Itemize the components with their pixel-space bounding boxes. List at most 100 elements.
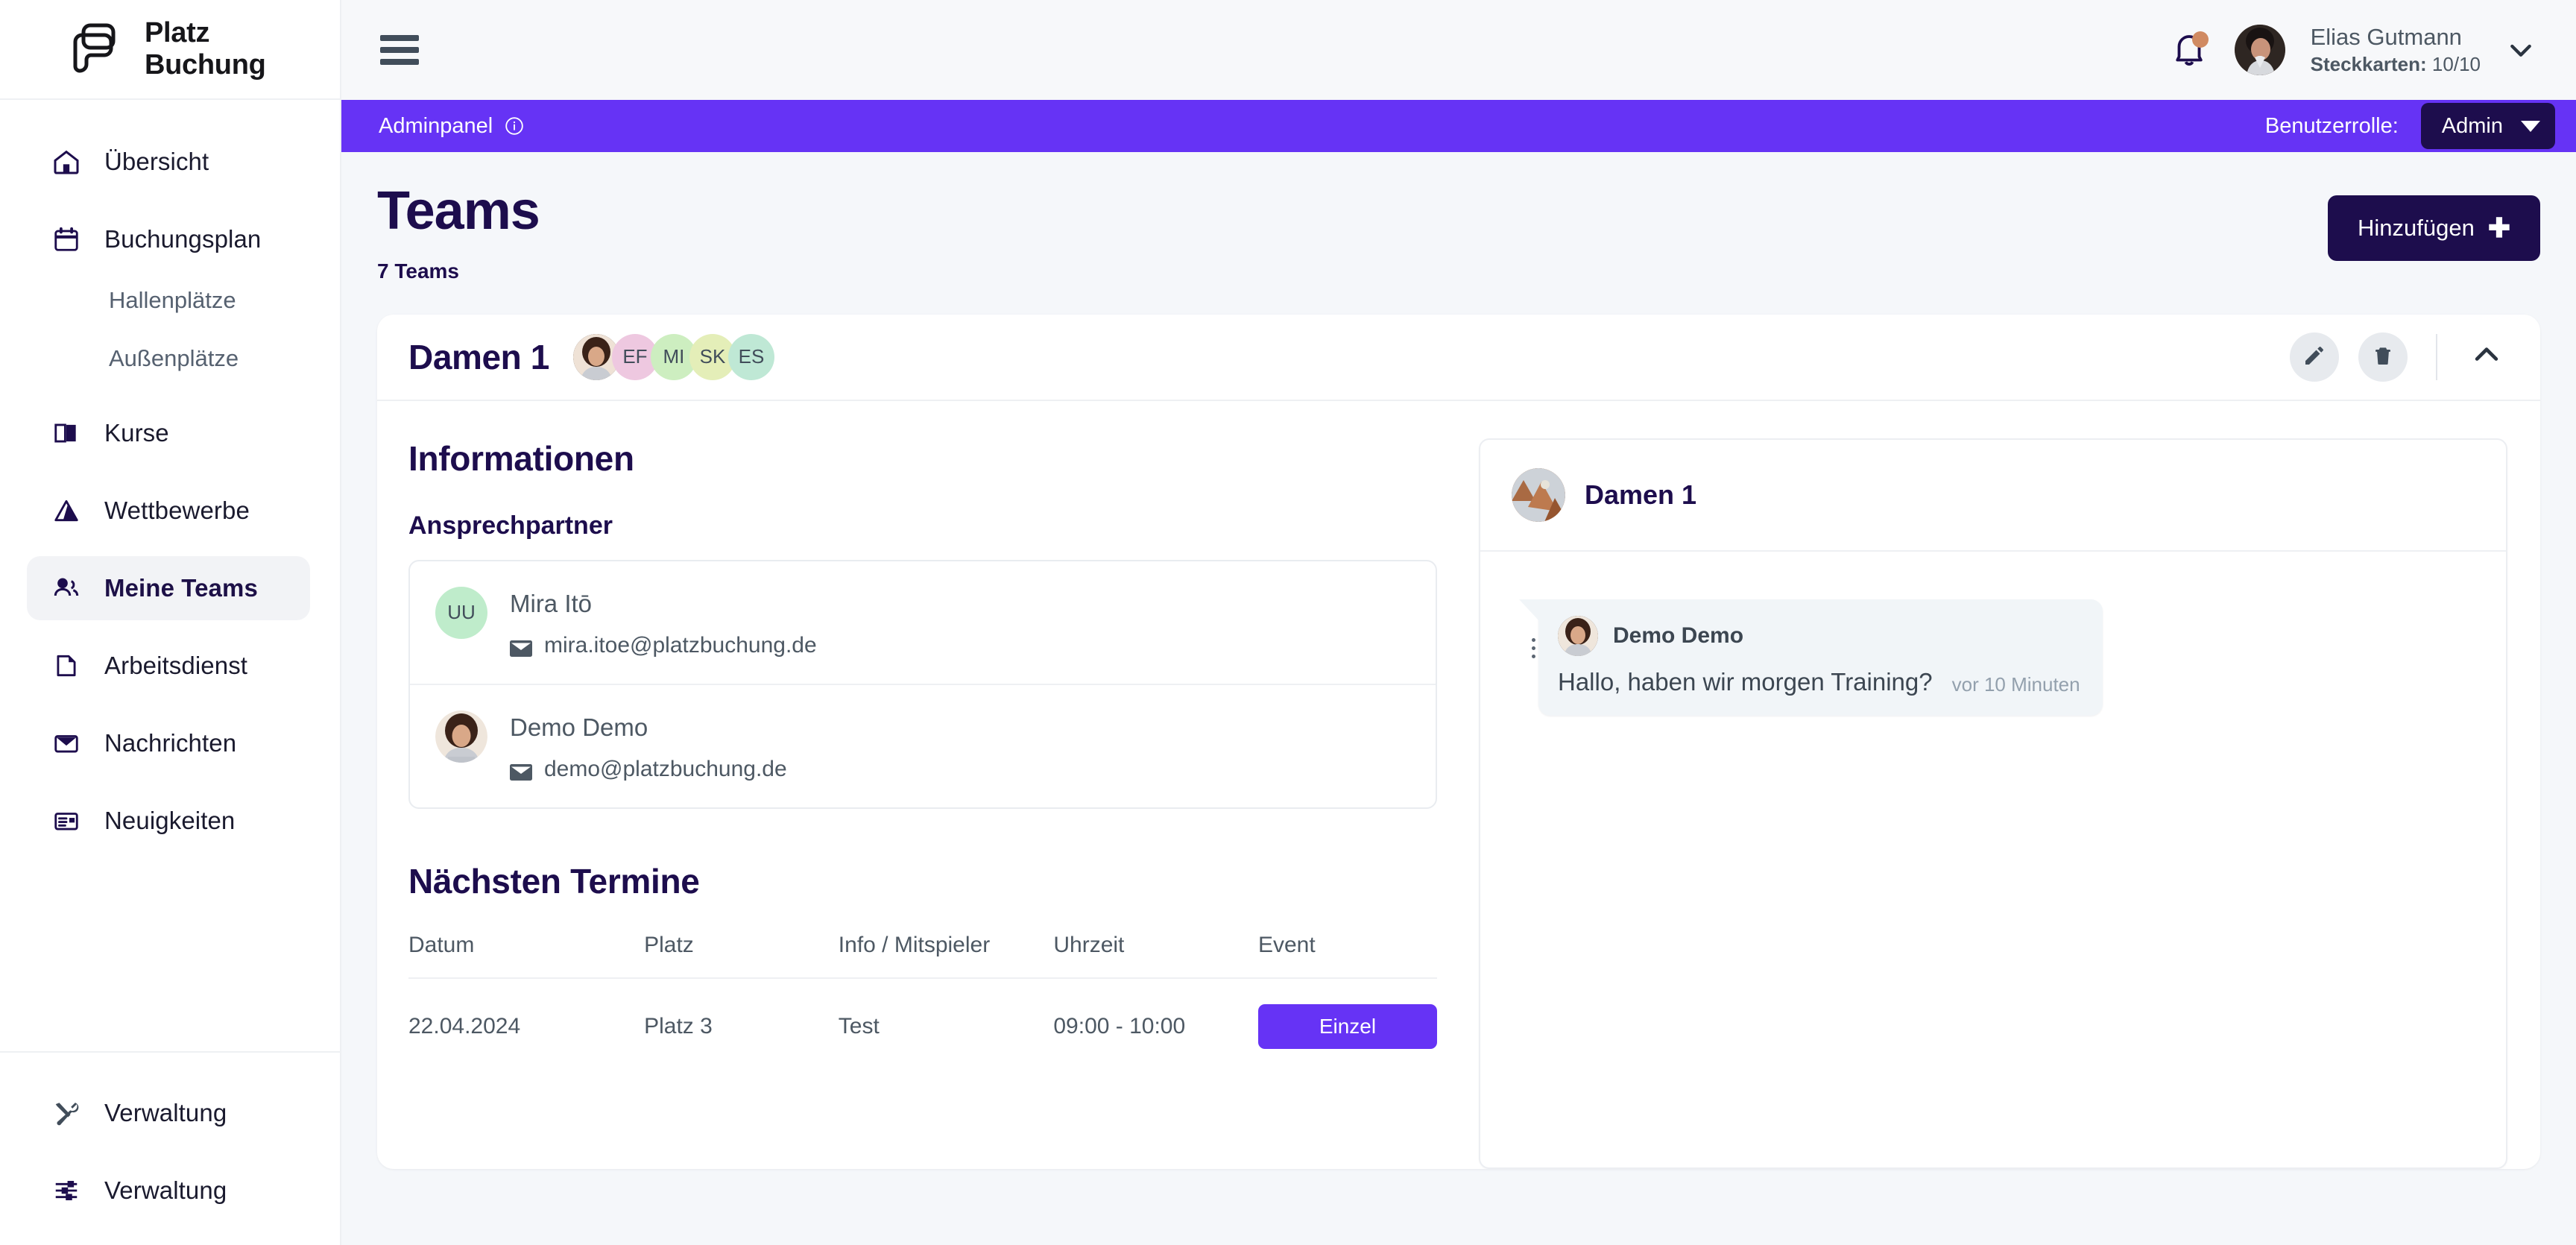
list-item[interactable]: UU Mira Itō mira.itoe@platzbuchung.de [410,561,1436,684]
column-header-info: Info / Mitspieler [838,932,991,957]
adminpanel-bar: Adminpanel Benutzerrolle: Admin [341,100,2576,152]
steckkarten-label: Steckkarten: [2310,53,2427,76]
news-icon [49,804,83,838]
sidebar-subitem-label: Außenplätze [109,345,239,371]
sidebar-item-label: Meine Teams [104,574,258,602]
sidebar-item-verwaltung-tools[interactable]: Verwaltung [27,1081,310,1145]
content-area: Teams 7 Teams Hinzufügen ✚ Damen 1 EF MI… [341,152,2576,1245]
sidebar-item-aussenplaetze[interactable]: Außenplätze [0,330,340,388]
sidebar-nav: Übersicht Buchungsplan Hallenplätze Auße… [0,100,340,1026]
column-header-platz: Platz [644,932,694,957]
table-header-row: Datum Platz Info / Mitspieler Uhrzeit Ev… [408,913,1437,978]
collapse-team-button[interactable] [2466,336,2507,378]
delete-team-button[interactable] [2358,332,2408,382]
table-row[interactable]: 22.04.2024 Platz 3 Test 09:00 - 10:00 Ei… [408,977,1437,1074]
member-avatar-es[interactable]: ES [727,333,774,380]
sidebar-item-verwaltung-settings[interactable]: Verwaltung [27,1159,310,1223]
hamburger-icon[interactable] [380,35,419,65]
chevron-up-icon [2470,338,2503,375]
chevron-down-icon[interactable] [2506,35,2536,65]
sidebar-item-nachrichten[interactable]: Nachrichten [27,711,310,775]
tools-icon [49,1096,83,1130]
user-name: Elias Gutmann [2310,24,2462,51]
sliders-icon [49,1173,83,1208]
benutzerrolle-select[interactable]: Admin [2420,103,2555,149]
sidebar: Platz Buchung Übersicht Buchungsplan Hal… [0,0,341,1245]
member-initials: EF [622,345,648,368]
avatar[interactable] [2234,25,2285,75]
contact-info: Mira Itō mira.itoe@platzbuchung.de [510,587,817,658]
contact-email: demo@platzbuchung.de [544,756,787,781]
calendar-icon [49,222,83,256]
notification-dot [2191,31,2209,48]
contacts-list: UU Mira Itō mira.itoe@platzbuchung.de De… [408,559,1437,809]
sidebar-item-label: Wettbewerbe [104,497,250,524]
sidebar-item-label: Verwaltung [104,1176,227,1204]
user-steckkarten: Steckkarten: 10/10 [2311,52,2481,77]
book-icon [49,416,83,450]
caret-down-icon [2521,120,2540,132]
message-body: Hallo, haben wir morgen Training? vor 10… [1558,668,2080,696]
envelope-icon [510,637,532,657]
team-chat-column: Damen 1 Demo Demo Hallo, haben wir morge… [1479,438,2507,1169]
sidebar-item-meine-teams[interactable]: Meine Teams [27,556,310,620]
sidebar-subitem-label: Hallenplätze [109,287,236,313]
chat-avatar [1512,467,1565,522]
sidebar-item-hallenplaetze[interactable]: Hallenplätze [0,271,340,330]
pencil-icon [2302,344,2326,370]
trash-icon [2371,344,2395,370]
sidebar-item-neuigkeiten[interactable]: Neuigkeiten [27,789,310,853]
page-header: Teams 7 Teams Hinzufügen ✚ [377,152,2540,283]
home-icon [49,145,83,179]
list-item[interactable]: Demo Demo demo@platzbuchung.de [410,683,1436,807]
app-root: Platz Buchung Übersicht Buchungsplan Hal… [0,0,2576,1245]
sidebar-bottom-nav: Verwaltung Verwaltung [0,1053,340,1245]
bell-icon[interactable] [2169,30,2209,70]
member-initials: SK [699,345,726,368]
adminpanel-title: Adminpanel [379,113,493,138]
member-initials: MI [663,345,685,368]
envelope-icon [510,761,532,781]
chat-panel: Damen 1 Demo Demo Hallo, haben wir morge… [1479,438,2507,1169]
contact-avatar-photo [435,710,487,763]
topbar-right: Elias Gutmann Steckkarten: 10/10 [2169,23,2536,76]
cell-datum: 22.04.2024 [408,977,645,1074]
sidebar-item-kurse[interactable]: Kurse [27,401,310,465]
benutzerrolle-label: Benutzerrolle: [2264,113,2399,138]
sidebar-item-arbeitsdienst[interactable]: Arbeitsdienst [27,634,310,698]
file-icon [49,649,83,683]
sidebar-item-label: Kurse [104,419,169,447]
sidebar-item-ubersicht[interactable]: Übersicht [27,130,310,194]
add-team-button[interactable]: Hinzufügen ✚ [2327,195,2540,261]
brand-line-2: Buchung [145,49,266,81]
sidebar-item-buchungsplan[interactable]: Buchungsplan [27,207,310,271]
brand-logo[interactable]: Platz Buchung [0,0,340,100]
naechsten-termine-heading: Nächsten Termine [408,861,700,901]
team-card: Damen 1 EF MI SK ES Informationen Anspre… [377,314,2540,1169]
team-header-left: Damen 1 EF MI SK ES [408,333,774,380]
info-circle-icon[interactable] [505,116,524,136]
edit-team-button[interactable] [2290,332,2339,382]
sidebar-item-label: Buchungsplan [104,225,262,253]
team-card-header: Damen 1 EF MI SK ES [377,315,2540,401]
sidebar-item-wettbewerbe[interactable]: Wettbewerbe [27,479,310,543]
page-header-text: Teams 7 Teams [377,183,540,283]
contact-info: Demo Demo demo@platzbuchung.de [510,710,787,782]
contact-name: Mira Itō [510,589,593,617]
message-author-avatar [1558,615,1598,656]
platz-buchung-logo-icon [69,22,125,76]
main-area: Elias Gutmann Steckkarten: 10/10 Adminpa… [341,0,2576,1245]
plus-icon: ✚ [2487,212,2510,243]
member-initials: ES [738,345,765,368]
trophy-icon [49,494,83,528]
sidebar-item-label: Arbeitsdienst [104,652,248,679]
user-meta: Elias Gutmann Steckkarten: 10/10 [2311,23,2481,76]
message-author: Demo Demo [1613,622,1744,648]
table-head: Datum Platz Info / Mitspieler Uhrzeit Ev… [408,913,1437,978]
message-bubble: Demo Demo Hallo, haben wir morgen Traini… [1519,599,2103,716]
steckkarten-value: 10/10 [2431,53,2481,76]
adminpanel-left[interactable]: Adminpanel [379,114,524,139]
sidebar-item-label: Nachrichten [104,729,237,757]
users-icon [49,571,83,605]
topbar: Elias Gutmann Steckkarten: 10/10 [341,0,2576,100]
